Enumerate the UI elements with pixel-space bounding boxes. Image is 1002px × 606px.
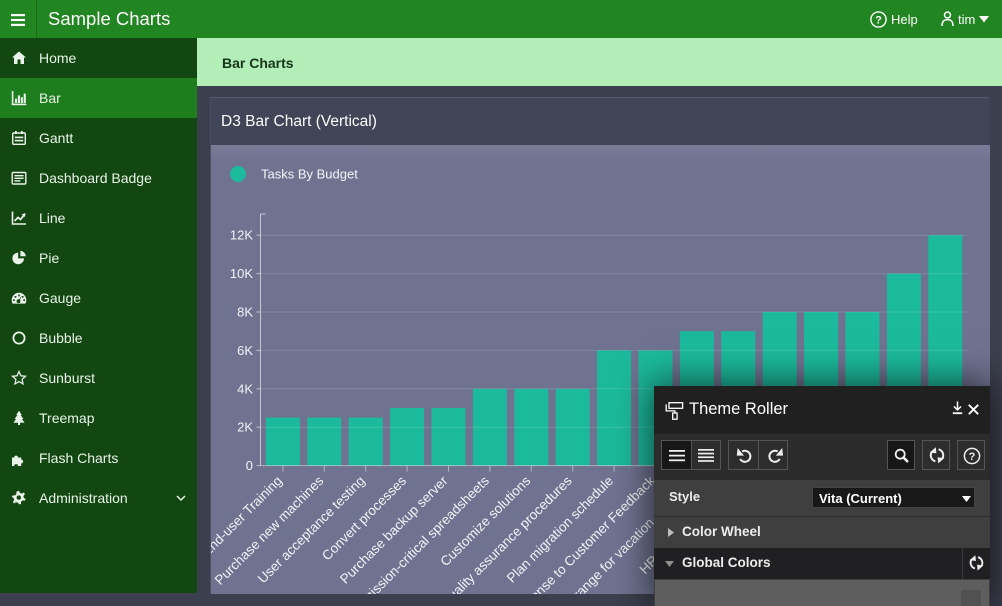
svg-text:2K: 2K [237, 420, 253, 435]
svg-text:0: 0 [246, 458, 253, 473]
svg-text:?: ? [969, 451, 976, 463]
svg-text:6K: 6K [237, 343, 253, 358]
svg-text:Tasks By Budget: Tasks By Budget [261, 167, 358, 182]
svg-text:8K: 8K [237, 305, 253, 320]
svg-text:12K: 12K [230, 228, 253, 243]
svg-text:4K: 4K [237, 381, 253, 396]
svg-text:10K: 10K [230, 266, 253, 281]
svg-text:?: ? [875, 15, 882, 27]
